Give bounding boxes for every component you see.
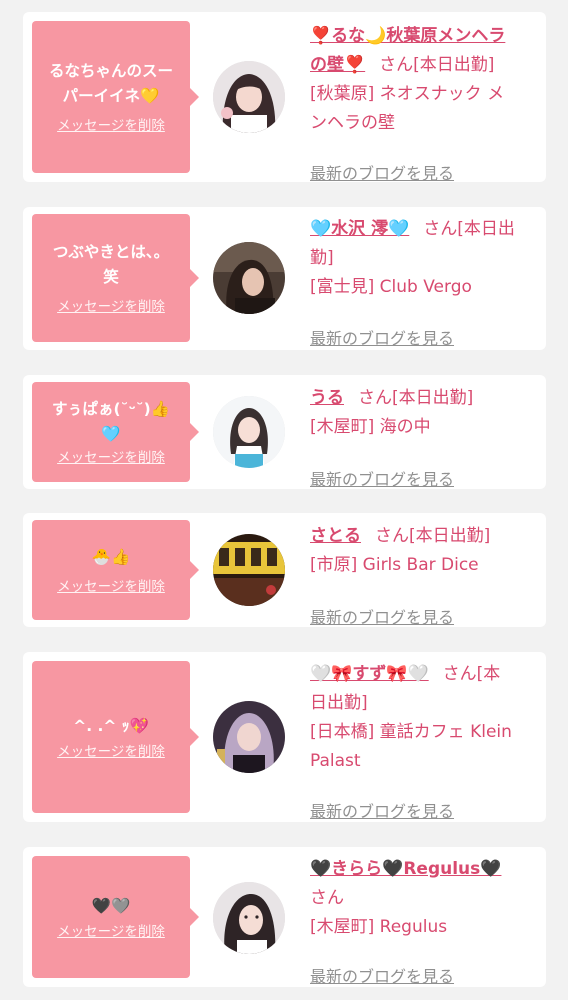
message-text: ^. .^ ｯ💖 [73, 714, 149, 739]
shop-line: [富士見] Club Vergo [310, 277, 472, 297]
avatar-photo [213, 701, 285, 773]
cast-name-link[interactable]: うる [310, 388, 344, 408]
status-text: [本日出 [457, 219, 515, 239]
status-text: [本日出勤] [413, 55, 495, 75]
shop-info: [秋葉原] ネオスナック メ ンヘラの壁 [310, 80, 540, 138]
message-text: 🐣👍 [92, 545, 131, 570]
shop-line: [市原] Girls Bar Dice [310, 555, 479, 575]
blog-link[interactable]: 最新のブログを見る [310, 798, 454, 822]
message-line: 🖤🩶 [91, 896, 131, 915]
message-line: 🐣👍 [91, 547, 131, 566]
status-text: [本日出勤] [392, 388, 474, 408]
shop-line: [秋葉原] ネオスナック メ [310, 84, 505, 104]
status-text: 日出勤] [310, 693, 368, 713]
avatar[interactable] [213, 534, 285, 606]
message-card: るなちゃんのスー パーイイネ💛 メッセージを削除 ❣️るな🌙秋葉原メンヘラ の壁❣… [23, 12, 546, 183]
status-text: [本日出勤] [409, 526, 491, 546]
message-line: パーイイネ💛 [62, 87, 160, 105]
shop-line: Palast [310, 751, 361, 771]
shop-line: [木屋町] Regulus [310, 917, 448, 937]
shop-info: [市原] Girls Bar Dice [310, 551, 540, 580]
message-bubble: 🐣👍 メッセージを削除 [32, 520, 199, 620]
shop-info: [日本橋] 童話カフェ Klein Palast [310, 718, 540, 776]
san-label: さん [375, 526, 409, 546]
blog-link[interactable]: 最新のブログを見る [310, 604, 454, 628]
message-card: つぶやきとは、。 笑 メッセージを削除 🩵水沢 澪🩵 さん[本日出勤] [富士見]… [23, 207, 546, 350]
message-card: ^. .^ ｯ💖 メッセージを削除 🤍🎀すず🎀🤍 さん[本日出勤] [日本橋] 童… [23, 652, 546, 822]
message-bubble: るなちゃんのスー パーイイネ💛 メッセージを削除 [32, 21, 199, 173]
message-text: るなちゃんのスー パーイイネ💛 [49, 59, 173, 109]
message-bubble: すぅぱぁ(˘ᵕ˘)👍 🩵 メッセージを削除 [32, 382, 199, 482]
blog-link[interactable]: 最新のブログを見る [310, 466, 454, 490]
cast-name-link[interactable]: さとる [310, 526, 361, 546]
message-bubble: つぶやきとは、。 笑 メッセージを削除 [32, 214, 199, 342]
avatar-photo [213, 61, 285, 133]
shop-info: [木屋町] 海の中 [310, 413, 540, 442]
status-text: [本 [476, 664, 501, 684]
cast-info: 🖤きらら🖤Regulus🖤 さん [木屋町] Regulus 最新のブログを見る [310, 855, 540, 986]
avatar-photo [213, 882, 285, 954]
message-text: すぅぱぁ(˘ᵕ˘)👍 🩵 [52, 397, 170, 447]
message-card: 🖤🩶 メッセージを削除 🖤きらら🖤Regulus🖤 さん [木屋町] Regulu… [23, 847, 546, 987]
message-bubble: 🖤🩶 メッセージを削除 [32, 856, 199, 978]
status-text: 勤] [310, 248, 334, 268]
cast-info: うる さん[本日出勤] [木屋町] 海の中 最新のブログを見る [310, 384, 540, 489]
delete-message-link[interactable]: メッセージを削除 [57, 298, 165, 316]
cast-info: さとる さん[本日出勤] [市原] Girls Bar Dice 最新のブログを見… [310, 522, 540, 627]
delete-message-link[interactable]: メッセージを削除 [57, 449, 165, 467]
shop-line: [日本橋] 童話カフェ Klein [310, 722, 512, 742]
san-label: さん [310, 888, 344, 908]
avatar[interactable] [213, 701, 285, 773]
delete-message-link[interactable]: メッセージを削除 [57, 117, 165, 135]
san-label: さん [423, 219, 458, 239]
message-line: 笑 [103, 268, 119, 286]
shop-info: [富士見] Club Vergo [310, 273, 540, 302]
message-line: るなちゃんのスー [48, 62, 173, 80]
message-card: 🐣👍 メッセージを削除 さとる さん[本日出勤] [市原] Girls Bar D… [23, 513, 546, 627]
message-line: すぅぱぁ(˘ᵕ˘)👍 [51, 400, 171, 418]
message-text: 🖤🩶 [92, 894, 131, 919]
message-line: 🩵 [101, 425, 121, 443]
message-text: つぶやきとは、。 笑 [53, 240, 169, 290]
delete-message-link[interactable]: メッセージを削除 [57, 578, 165, 596]
avatar[interactable] [213, 242, 285, 314]
delete-message-link[interactable]: メッセージを削除 [57, 923, 165, 941]
blog-link[interactable]: 最新のブログを見る [310, 160, 454, 184]
san-label: さん [442, 664, 477, 684]
shop-line: ンヘラの壁 [310, 113, 395, 133]
avatar[interactable] [213, 882, 285, 954]
avatar-photo [213, 534, 285, 606]
cast-info: 🩵水沢 澪🩵 さん[本日出勤] [富士見] Club Vergo 最新のブログを見… [310, 215, 540, 348]
message-line: ^. .^ ｯ💖 [73, 716, 149, 735]
shop-info: [木屋町] Regulus [310, 913, 540, 942]
blog-link[interactable]: 最新のブログを見る [310, 325, 454, 349]
blog-link[interactable]: 最新のブログを見る [310, 963, 454, 987]
cast-name-link[interactable]: 🤍🎀すず🎀🤍 [310, 664, 429, 684]
message-bubble: ^. .^ ｯ💖 メッセージを削除 [32, 661, 199, 813]
avatar-photo [213, 396, 285, 468]
san-label: さん [358, 388, 392, 408]
message-line: つぶやきとは、。 [52, 243, 170, 261]
cast-name-link[interactable]: 🩵水沢 澪🩵 [310, 219, 409, 239]
cast-name-link[interactable]: 🖤きらら🖤Regulus🖤 [310, 859, 501, 879]
san-label: さん [379, 55, 414, 75]
cast-info: 🤍🎀すず🎀🤍 さん[本 日出勤] [日本橋] 童話カフェ Klein Palast … [310, 660, 540, 821]
delete-message-link[interactable]: メッセージを削除 [57, 743, 165, 761]
shop-line: [木屋町] 海の中 [310, 417, 431, 437]
avatar-photo [213, 242, 285, 314]
cast-info: ❣️るな🌙秋葉原メンヘラ の壁❣️ さん[本日出勤] [秋葉原] ネオスナック メ … [310, 22, 540, 183]
avatar[interactable] [213, 61, 285, 133]
message-card: すぅぱぁ(˘ᵕ˘)👍 🩵 メッセージを削除 うる さん[本日出勤] [木屋町] 海… [23, 375, 546, 489]
message-list: るなちゃんのスー パーイイネ💛 メッセージを削除 ❣️るな🌙秋葉原メンヘラ の壁❣… [0, 0, 568, 1000]
avatar[interactable] [213, 396, 285, 468]
